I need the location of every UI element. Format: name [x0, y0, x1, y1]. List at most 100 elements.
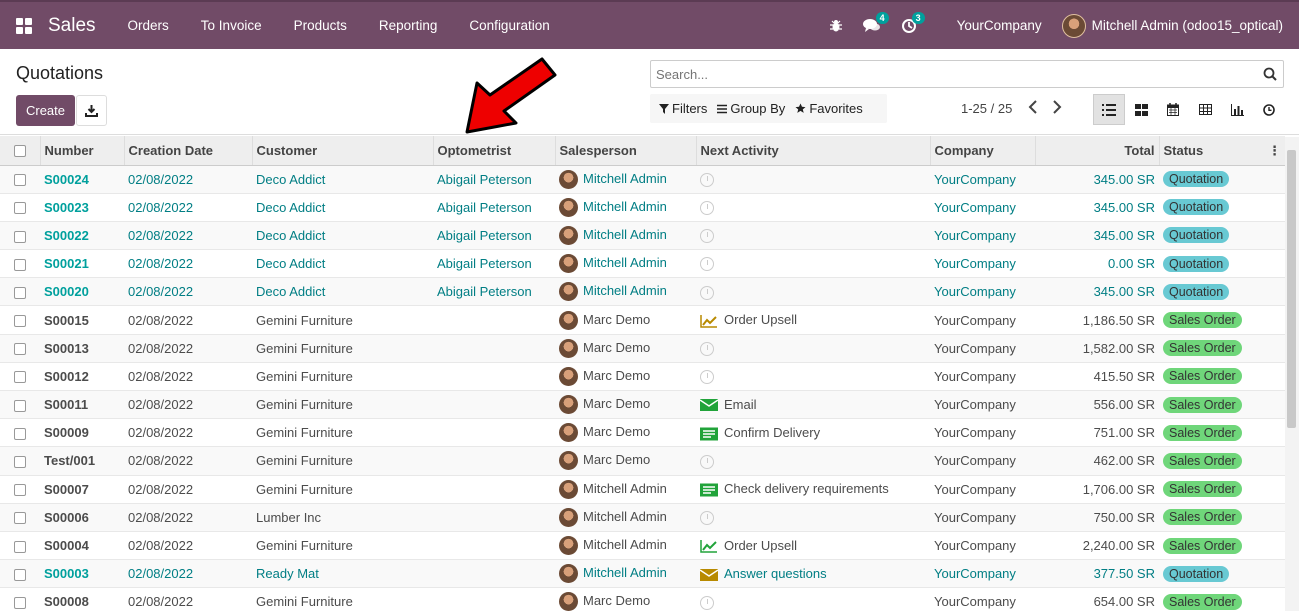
company-switcher[interactable]: YourCompany [927, 18, 1062, 33]
cell-next-activity[interactable] [696, 221, 930, 249]
cell-next-activity[interactable]: Check delivery requirements [696, 475, 930, 503]
pager-next-icon[interactable] [1052, 100, 1062, 114]
row-select-cell[interactable] [0, 334, 40, 362]
pivot-view-button[interactable] [1189, 94, 1221, 125]
clock-icon[interactable] [700, 369, 714, 385]
row-checkbox[interactable] [14, 456, 26, 469]
cell-next-activity[interactable]: Email [696, 391, 930, 419]
filters-dropdown[interactable]: Filters [654, 101, 712, 116]
row-select-cell[interactable] [0, 503, 40, 531]
kanban-view-button[interactable] [1125, 94, 1157, 125]
table-row[interactable]: S00006 02/08/2022 Lumber Inc Mitchell Ad… [0, 503, 1285, 532]
clock-icon[interactable] [700, 510, 714, 526]
scrollbar-thumb[interactable] [1287, 150, 1296, 428]
column-salesperson[interactable]: Salesperson [555, 136, 697, 166]
cell-next-activity[interactable] [696, 165, 930, 193]
cell-next-activity[interactable]: Answer questions [696, 560, 930, 588]
user-menu[interactable]: Mitchell Admin (odoo15_optical) [1061, 13, 1299, 38]
row-select-cell[interactable] [0, 278, 40, 306]
cell-next-activity[interactable]: Order Upsell [696, 306, 930, 334]
column-number[interactable]: Number [40, 136, 125, 166]
column-total[interactable]: Total [1035, 136, 1160, 166]
table-row[interactable]: S00012 02/08/2022 Gemini Furniture Marc … [0, 362, 1285, 391]
email-icon[interactable] [700, 397, 724, 412]
row-checkbox[interactable] [14, 512, 26, 525]
row-select-cell[interactable] [0, 588, 40, 611]
delivery-icon[interactable] [700, 425, 724, 441]
app-brand[interactable]: Sales [48, 15, 96, 37]
select-all-cell[interactable] [0, 136, 41, 166]
cell-next-activity[interactable] [696, 362, 930, 390]
favorites-dropdown[interactable]: Favorites [790, 101, 867, 116]
column-company[interactable]: Company [930, 136, 1036, 166]
table-row[interactable]: S00015 02/08/2022 Gemini Furniture Marc … [0, 306, 1285, 335]
list-view-button[interactable] [1093, 94, 1125, 125]
email-icon[interactable] [700, 566, 724, 581]
clock-icon[interactable] [700, 594, 714, 610]
menu-configuration[interactable]: Configuration [453, 2, 565, 49]
cell-next-activity[interactable]: Confirm Delivery [696, 419, 930, 447]
row-select-cell[interactable] [0, 250, 40, 278]
row-select-cell[interactable] [0, 306, 40, 334]
cell-next-activity[interactable] [696, 250, 930, 278]
column-next-activity[interactable]: Next Activity [696, 136, 931, 166]
create-button[interactable]: Create [16, 95, 75, 126]
cell-next-activity[interactable] [696, 588, 930, 611]
table-row[interactable]: S00023 02/08/2022 Deco Addict Abigail Pe… [0, 193, 1285, 222]
delivery-icon[interactable] [700, 481, 724, 497]
messages-button[interactable]: 4 [853, 2, 891, 49]
clock-icon[interactable] [700, 284, 714, 300]
menu-to-invoice[interactable]: To Invoice [185, 2, 278, 49]
table-row[interactable]: S00003 02/08/2022 Ready Mat Mitchell Adm… [0, 559, 1285, 588]
clock-icon[interactable] [700, 171, 714, 187]
activity-view-button[interactable] [1253, 94, 1285, 125]
cell-next-activity[interactable] [696, 334, 930, 362]
table-row[interactable]: Test/001 02/08/2022 Gemini Furniture Mar… [0, 446, 1285, 476]
cell-next-activity[interactable] [696, 278, 930, 306]
row-select-cell[interactable] [0, 165, 40, 193]
cell-next-activity[interactable] [696, 193, 930, 221]
row-checkbox[interactable] [14, 540, 26, 553]
table-row[interactable]: S00024 02/08/2022 Deco Addict Abigail Pe… [0, 165, 1285, 194]
calendar-view-button[interactable] [1157, 94, 1189, 125]
row-select-cell[interactable] [0, 531, 40, 559]
debug-button[interactable] [819, 2, 853, 49]
table-row[interactable]: S00011 02/08/2022 Gemini Furniture Marc … [0, 390, 1285, 419]
cell-next-activity[interactable] [696, 447, 930, 475]
table-row[interactable]: S00007 02/08/2022 Gemini Furniture Mitch… [0, 475, 1285, 504]
table-row[interactable]: S00022 02/08/2022 Deco Addict Abigail Pe… [0, 221, 1285, 250]
row-checkbox[interactable] [14, 427, 26, 440]
row-checkbox[interactable] [14, 202, 26, 215]
activities-button[interactable]: 3 [891, 2, 927, 49]
clock-icon[interactable] [700, 453, 714, 469]
table-row[interactable]: S00004 02/08/2022 Gemini Furniture Mitch… [0, 531, 1285, 560]
row-select-cell[interactable] [0, 475, 40, 503]
cell-next-activity[interactable]: Order Upsell [696, 531, 930, 559]
row-checkbox[interactable] [14, 399, 26, 412]
table-row[interactable]: S00008 02/08/2022 Gemini Furniture Marc … [0, 588, 1285, 611]
clock-icon[interactable] [700, 200, 714, 216]
graph-view-button[interactable] [1221, 94, 1253, 125]
row-checkbox[interactable] [14, 484, 26, 497]
cell-next-activity[interactable] [696, 503, 930, 531]
row-checkbox[interactable] [14, 230, 26, 243]
table-row[interactable]: S00013 02/08/2022 Gemini Furniture Marc … [0, 334, 1285, 363]
row-select-cell[interactable] [0, 447, 40, 475]
table-row[interactable]: S00009 02/08/2022 Gemini Furniture Marc … [0, 419, 1285, 447]
row-checkbox[interactable] [14, 286, 26, 299]
column-creation-date[interactable]: Creation Date [124, 136, 253, 166]
search-icon[interactable] [1257, 67, 1283, 81]
search-input[interactable] [651, 66, 1257, 82]
row-select-cell[interactable] [0, 193, 40, 221]
row-checkbox[interactable] [14, 596, 26, 609]
row-checkbox[interactable] [14, 371, 26, 384]
row-checkbox[interactable] [14, 568, 26, 581]
menu-products[interactable]: Products [278, 2, 363, 49]
column-customer[interactable]: Customer [252, 136, 434, 166]
clock-icon[interactable] [700, 340, 714, 356]
row-checkbox[interactable] [14, 315, 26, 328]
row-select-cell[interactable] [0, 560, 40, 588]
clock-icon[interactable] [700, 228, 714, 244]
pager-value[interactable]: 1-25 / 25 [961, 101, 1012, 116]
column-status[interactable]: Status ⋮ [1159, 136, 1285, 166]
